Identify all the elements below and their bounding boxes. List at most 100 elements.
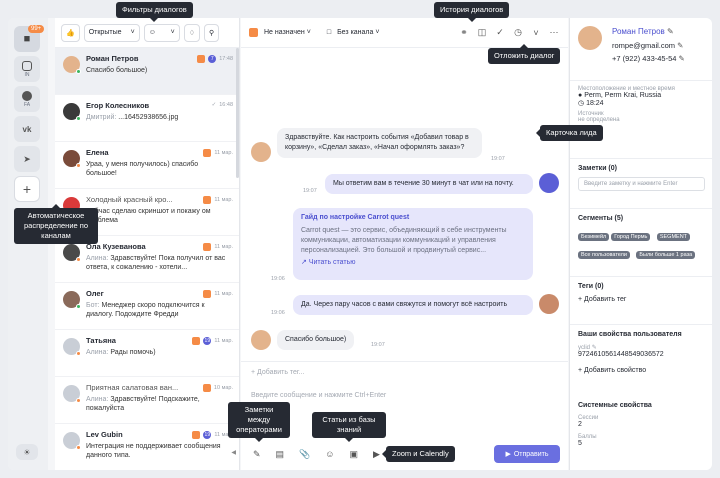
history-icon[interactable]: ◫: [476, 27, 488, 39]
like-filter-button[interactable]: 👍: [61, 23, 80, 42]
dialog-item[interactable]: Олег Бот: Менеджер скоро подключится к д…: [55, 283, 239, 330]
dialog-item[interactable]: Lev Gubin Интеграция не поддерживает соо…: [55, 424, 239, 470]
channel-icon: [192, 431, 201, 439]
avatar: [63, 103, 81, 121]
dialog-item[interactable]: Егор Колесников Дмитрий: ...16452938656.…: [55, 95, 239, 142]
note-input[interactable]: Введите заметку и нажмите Enter: [578, 177, 705, 191]
lead-name[interactable]: Роман Петров ✎: [612, 27, 674, 36]
facebook-channel-button[interactable]: FA: [14, 86, 40, 112]
avatar: [251, 330, 271, 350]
lead-card: Роман Петров ✎ rompe@gmail.com ✎ +7 (922…: [569, 18, 712, 470]
search-button[interactable]: ⚲: [204, 23, 220, 42]
chevron-down-icon[interactable]: ˅: [530, 27, 542, 39]
assignee-filter-select[interactable]: ☺ ˅: [143, 23, 180, 42]
send-icon: ▶: [505, 451, 511, 458]
edit-icon[interactable]: ✎: [667, 27, 674, 36]
telegram-channel-button[interactable]: ➤: [14, 146, 40, 172]
lead-phone[interactable]: +7 (922) 433-45-54 ✎: [612, 54, 685, 63]
message-time: 19:06: [271, 310, 285, 316]
channel-icon: [203, 196, 212, 204]
message-outgoing: Да. Через пару часов с вами свяжутся и п…: [293, 295, 533, 315]
tag-icon: ♢: [188, 29, 195, 37]
tooltip-notes: Заметки между операторами: [228, 402, 290, 442]
list-scrollbar[interactable]: [236, 48, 239, 178]
check-circle-icon[interactable]: ✓: [494, 27, 506, 39]
assignee-select[interactable]: Не назначен ˅: [264, 29, 311, 36]
channel-icon: [203, 290, 212, 298]
lead-email[interactable]: rompe@gmail.com ✎: [612, 41, 683, 50]
segment-tag[interactable]: Были больше 1 раза: [636, 251, 696, 259]
link-icon[interactable]: ⚭: [458, 27, 470, 39]
telegram-icon: ➤: [23, 153, 31, 164]
message-time: 19:07: [303, 188, 317, 194]
avatar: [63, 150, 81, 168]
avatar: [63, 56, 81, 74]
add-tag-button[interactable]: + Добавить тег: [578, 296, 705, 303]
dialog-item[interactable]: Елена Ураа, у меня получилось) спасибо б…: [55, 142, 239, 189]
tooltip-postpone: Отложить диалог: [488, 44, 561, 64]
segment-tag[interactable]: Все пользователи: [578, 251, 630, 259]
avatar: [63, 244, 81, 262]
thumb-icon: 👍: [66, 29, 75, 37]
collapse-arrow-icon[interactable]: ◀: [231, 449, 236, 456]
theme-toggle[interactable]: ☀: [16, 444, 38, 460]
instagram-icon: [22, 60, 32, 71]
dialog-item[interactable]: Татьяна Алина: Рады помочь) 19 11 мар.: [55, 330, 239, 377]
tooltip-articles: Статьи из базы знаний: [312, 412, 386, 442]
add-tag-input[interactable]: + Добавить тег...: [251, 369, 304, 376]
attach-icon[interactable]: 📎: [299, 449, 310, 460]
avatar: [539, 294, 559, 314]
instagram-channel-button[interactable]: IN: [14, 56, 40, 82]
status-filter-select[interactable]: Открытые ˅: [83, 23, 140, 42]
note-icon[interactable]: ✎: [253, 449, 261, 460]
tooltip-auto-distribution: Автоматическое распределение по каналам: [14, 204, 98, 244]
emoji-icon[interactable]: ☺: [325, 449, 334, 460]
app-window: ■ 99+ IN FA vk ➤ + ☀ 👍 Открытые ˅ ☺ ˅ ♢ …: [8, 18, 712, 470]
vk-channel-button[interactable]: vk: [14, 116, 40, 142]
channel-icon: [203, 149, 212, 157]
edit-icon[interactable]: ✎: [677, 41, 683, 50]
segment-tag[interactable]: Безимейл: [578, 233, 610, 241]
avatar: [578, 26, 602, 50]
dialog-item[interactable]: Роман Петров Спасибо большое) 7 17:48: [55, 48, 239, 95]
avatar: [63, 432, 81, 450]
edit-icon[interactable]: ✎: [679, 54, 685, 63]
tooltip-lead-card: Карточка лида: [536, 125, 603, 141]
segment-tag[interactable]: Город Пермь: [611, 233, 651, 241]
read-article-link[interactable]: ↗ Читать статью: [301, 258, 525, 268]
sun-icon: ☀: [23, 447, 31, 457]
pin-icon: ●: [578, 92, 583, 99]
tag-filter-button[interactable]: ♢: [183, 23, 200, 42]
tooltip-zoom: Zoom и Calendly: [382, 446, 455, 462]
send-button[interactable]: ▶ Отправить: [494, 445, 560, 463]
chat-header: Не назначен ˅ □ Без канала ˅ ⚭ ◫ ✓ ◷ ˅ ⋯: [241, 18, 568, 48]
channel-rail: ■ 99+ IN FA vk ➤ + ☀: [8, 18, 48, 470]
template-icon[interactable]: ▤: [276, 449, 285, 460]
facebook-icon: [22, 90, 32, 101]
users-icon: ☺: [148, 29, 156, 36]
channel-icon: [192, 337, 201, 345]
add-property-button[interactable]: + Добавить свойство: [578, 367, 705, 374]
message-incoming: Спасибо большое): [277, 330, 355, 350]
message-input[interactable]: Введите сообщение и нажмите Ctrl+Enter: [251, 392, 386, 399]
tooltip-filters: Фильтры диалогов: [116, 2, 193, 22]
unread-badge: 99+: [28, 25, 45, 33]
chevron-down-icon: ˅: [130, 29, 135, 36]
message-incoming: Здравствуйте. Как настроить события «Доб…: [277, 128, 482, 158]
avatar: [63, 338, 81, 356]
article-icon[interactable]: ▣: [349, 449, 358, 460]
segment-tag[interactable]: SEGMENT: [656, 233, 691, 241]
more-icon[interactable]: ⋯: [548, 27, 560, 39]
chat-icon: ■: [23, 33, 31, 45]
search-icon: ⚲: [209, 29, 215, 37]
local-time: ◷ 18:24: [578, 100, 604, 107]
channel-select[interactable]: Без канала ˅: [337, 29, 379, 36]
list-toolbar: 👍 Открытые ˅ ☺ ˅ ♢ ⚲: [55, 18, 239, 48]
location: ● Perm, Perm Krai, Russia: [578, 92, 662, 99]
add-channel-button[interactable]: +: [14, 176, 40, 202]
clock-icon[interactable]: ◷: [512, 27, 524, 39]
channel-icon: [203, 243, 212, 251]
dialog-item[interactable]: Приятная салатовая ван... Алина: Здравст…: [55, 377, 239, 424]
plus-icon: +: [22, 181, 32, 197]
vk-icon: vk: [22, 124, 32, 134]
